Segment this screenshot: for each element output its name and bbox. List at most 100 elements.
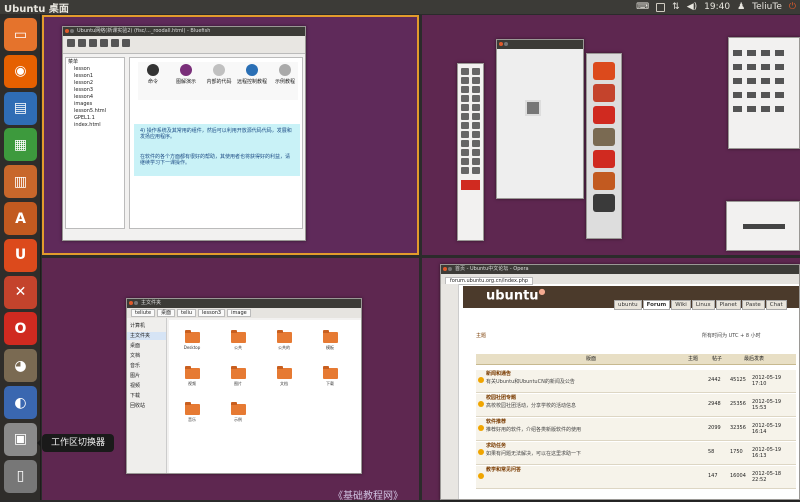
forum-title[interactable]: 软件推荐: [486, 419, 506, 425]
dialog-cell[interactable]: [761, 78, 770, 84]
gimp-tool-icon[interactable]: [471, 104, 480, 111]
folder-icon[interactable]: [277, 330, 292, 343]
place-item[interactable]: 主文件夹: [127, 332, 166, 340]
home-folder-icon[interactable]: ▭: [4, 18, 37, 51]
table-row[interactable]: 教学和常见问答 147 16004 2012-05-18 22:52: [476, 466, 796, 489]
gimp-layers-window[interactable]: [586, 53, 622, 239]
app-icon-item[interactable]: 远程控制教程: [237, 64, 267, 85]
forum-title[interactable]: 求助任务: [486, 443, 506, 449]
gimp-tool-icon[interactable]: [461, 86, 469, 93]
gimp-tool-icon[interactable]: [471, 122, 480, 129]
mail-icon[interactable]: [656, 2, 666, 12]
small-dialog-top[interactable]: [728, 37, 800, 149]
dialog-cell[interactable]: [775, 50, 784, 56]
dialog-cell[interactable]: [761, 92, 770, 98]
gimp-tool-icon[interactable]: [461, 104, 469, 111]
forum-tab[interactable]: Forum: [642, 300, 671, 310]
gimp-tool-icon[interactable]: [471, 86, 480, 93]
path-segment[interactable]: teliute: [131, 309, 156, 317]
path-segment[interactable]: 桌面: [157, 309, 176, 317]
gimp-tool-icon[interactable]: [471, 140, 480, 147]
tree-item[interactable]: GPEL1.1: [66, 115, 124, 121]
table-row[interactable]: 新闻和通告 有关Ubuntu和UbuntuCN的新闻及公告 2442 45125 201…: [476, 370, 796, 393]
open-icon[interactable]: [78, 39, 86, 47]
tree-item[interactable]: lesson4: [66, 94, 124, 100]
tree-item[interactable]: lesson1: [66, 73, 124, 79]
gimp-tool-icon[interactable]: [471, 158, 480, 165]
tree-item[interactable]: lesson3: [66, 87, 124, 93]
bluefish-window[interactable]: Ubuntu网络(新课实验2) (fisc/..._roodall.html) …: [62, 26, 306, 241]
dialog-cell[interactable]: [775, 92, 784, 98]
path-segment[interactable]: lesson3: [198, 309, 226, 317]
gimp-tool-icon[interactable]: [471, 131, 480, 138]
gimp-tool-icon[interactable]: [461, 68, 469, 75]
keyboard-icon[interactable]: ⌨: [636, 2, 649, 12]
tree-item[interactable]: 菜单: [66, 59, 124, 65]
writer-icon[interactable]: ▤: [4, 91, 37, 125]
dialog-cell[interactable]: [747, 64, 756, 70]
folder-icon[interactable]: [185, 366, 200, 379]
layer-thumbnail[interactable]: [593, 172, 615, 190]
software-center-icon[interactable]: A: [4, 202, 37, 235]
folder-icon[interactable]: [231, 366, 246, 379]
dialog-cell[interactable]: [747, 50, 756, 56]
layer-thumbnail[interactable]: [593, 150, 615, 168]
firefox-icon[interactable]: ◉: [4, 54, 37, 88]
dialog-cell[interactable]: [733, 106, 742, 112]
gimp-tool-icon[interactable]: [471, 77, 480, 84]
gimp-tool-icon[interactable]: [461, 113, 469, 120]
tree-item[interactable]: lesson2: [66, 80, 124, 86]
impress-icon[interactable]: ▥: [4, 165, 37, 199]
ubuntu-one-icon[interactable]: U: [4, 238, 37, 272]
workspace-3[interactable]: 主文件夹 teliute 桌面 teliu lesson3 image 计算机 主文件夹桌…: [42, 258, 419, 500]
tree-item[interactable]: images: [66, 101, 124, 107]
gimp-tool-icon[interactable]: [461, 77, 469, 84]
forum-tab[interactable]: Paste: [741, 300, 765, 310]
gimp-tool-icon[interactable]: [461, 167, 469, 174]
media-icon[interactable]: ◐: [4, 386, 37, 419]
forum-title[interactable]: 校园社团专题: [486, 395, 516, 401]
volume-icon[interactable]: ◀): [687, 2, 697, 12]
gimp-tool-icon[interactable]: [471, 167, 480, 174]
dialog-cell[interactable]: [733, 92, 742, 98]
system-settings-icon[interactable]: ✕: [4, 275, 37, 309]
dialog-cell[interactable]: [733, 50, 742, 56]
folder-icon[interactable]: [323, 366, 338, 379]
gimp-tool-icon[interactable]: [471, 149, 480, 156]
small-dialog-bottom[interactable]: [726, 201, 800, 251]
gimp-tool-icon[interactable]: [471, 95, 480, 102]
place-item[interactable]: 视频: [127, 382, 166, 390]
gimp-tool-icon[interactable]: [461, 158, 469, 165]
tree-item[interactable]: lesson5.html: [66, 108, 124, 114]
folder-icon[interactable]: [185, 330, 200, 343]
app-icon-item[interactable]: 图解演示: [171, 64, 201, 85]
gimp-tool-icon[interactable]: [461, 122, 469, 129]
dialog-cell[interactable]: [761, 64, 770, 70]
cut-icon[interactable]: [100, 39, 108, 47]
clock[interactable]: 19:40: [704, 2, 730, 12]
gimp-tool-icon[interactable]: [461, 131, 469, 138]
color-swatch[interactable]: [461, 180, 480, 190]
dialog-cell[interactable]: [761, 50, 770, 56]
dialog-cell[interactable]: [733, 64, 742, 70]
table-row[interactable]: 软件推荐 推荐好用的软件，介绍各类新版软件的使用 2099 32356 2012-05-…: [476, 418, 796, 441]
forum-tab[interactable]: Chat: [765, 300, 787, 310]
place-item[interactable]: 计算机: [127, 322, 166, 330]
path-segment[interactable]: image: [227, 309, 251, 317]
place-item[interactable]: 下载: [127, 392, 166, 400]
forum-tab[interactable]: Linux: [691, 300, 715, 310]
gimp-tool-icon[interactable]: [471, 68, 480, 75]
place-item[interactable]: 回收站: [127, 402, 166, 410]
calc-icon[interactable]: ▦: [4, 128, 37, 162]
user-name[interactable]: TeliuTe: [752, 2, 782, 12]
copy-icon[interactable]: [111, 39, 119, 47]
forum-tab[interactable]: Wiki: [671, 300, 691, 310]
ubuntu-logo[interactable]: ubuntu●: [486, 287, 546, 303]
paste-icon[interactable]: [122, 39, 130, 47]
network-icon[interactable]: ⇅: [672, 2, 680, 12]
layer-thumbnail[interactable]: [593, 84, 615, 102]
table-row[interactable]: 求助任务 如果有问题无法解决，可以在这里求助一下 58 1750 2012-05-19 …: [476, 442, 796, 465]
forum-tab[interactable]: Planet: [715, 300, 741, 310]
layer-thumbnail[interactable]: [593, 128, 615, 146]
workspace-switcher-icon[interactable]: ▣: [4, 422, 37, 456]
